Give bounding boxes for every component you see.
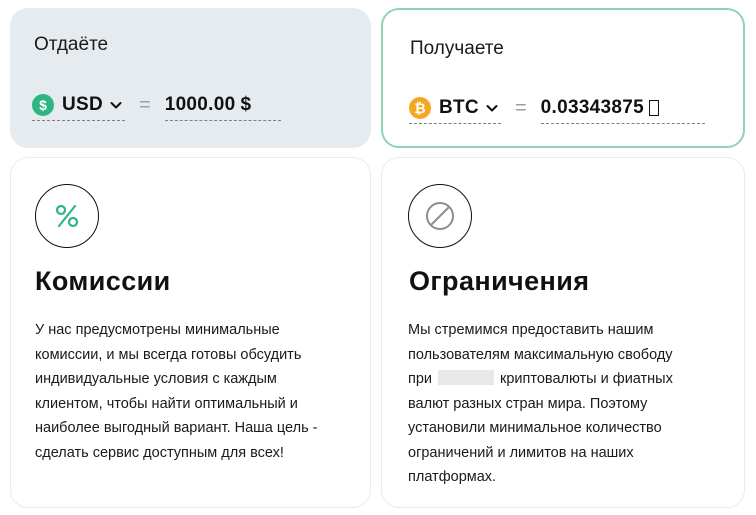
prohibited-glyph <box>426 202 454 230</box>
description-fragment: при <box>408 371 433 387</box>
chevron-down-icon <box>486 104 498 111</box>
give-row: $ USD = 1000.00 $ <box>32 89 281 121</box>
description-line: валют разных стран мира. Поэтому <box>408 395 648 412</box>
description-line: комиссии, и мы всегда готовы обсудить <box>35 346 302 363</box>
get-amount-value: 0.03343875 <box>540 96 645 118</box>
prohibited-icon <box>408 184 472 248</box>
feature-title: Ограничения <box>409 266 590 296</box>
description-line: клиентом, чтобы найти оптимальный и <box>35 395 298 412</box>
give-currency-select[interactable]: $ USD <box>32 89 126 121</box>
feature-title: Комиссии <box>35 266 171 296</box>
percent-icon <box>35 184 99 248</box>
get-panel: Получаете ₿ BTC = 0.03343875 <box>381 8 745 148</box>
equals-sign: = <box>139 93 151 116</box>
description-line: платформах. <box>408 469 497 485</box>
description-line: наиболее выгодный вариант. Наша цель - <box>35 420 318 436</box>
give-amount-input[interactable]: 1000.00 $ <box>164 89 281 121</box>
redacted-block <box>438 370 495 385</box>
give-panel: Отдаёте $ USD = 1000.00 $ <box>10 8 371 148</box>
description-line: сделать сервис доступным для всех! <box>35 444 284 461</box>
get-currency-code: BTC <box>439 96 479 118</box>
description-line: индивидуальные условия с каждым <box>35 371 277 387</box>
feature-card-restrictions: Ограничения Мы стремимся предоставить на… <box>381 157 745 508</box>
description-line: установили минимальное количество <box>408 420 662 436</box>
percent-glyph <box>55 204 79 228</box>
give-amount-value: 1000.00 <box>164 93 236 115</box>
feature-description: Мы стремимся предоставить нашим пользова… <box>408 318 673 490</box>
get-title: Получаете <box>410 38 504 59</box>
give-amount-symbol: $ <box>240 93 252 115</box>
get-amount-input[interactable]: 0.03343875 <box>540 92 705 124</box>
description-line: Мы стремимся предоставить нашим <box>408 322 654 338</box>
get-currency-select[interactable]: ₿ BTC <box>409 92 501 124</box>
description-line: ограничений и лимитов на наших <box>408 444 634 461</box>
missing-glyph-icon <box>649 99 660 116</box>
description-line: У нас предусмотрены минимальные <box>35 322 280 338</box>
give-currency-code: USD <box>62 93 104 115</box>
description-line-redacted: при криптовалюты и фиатных <box>408 367 673 392</box>
feature-description: У нас предусмотрены минимальные комиссии… <box>35 318 318 465</box>
bitcoin-coin-icon: ₿ <box>409 96 431 119</box>
chevron-down-icon <box>110 101 122 108</box>
give-title: Отдаёте <box>34 34 109 55</box>
feature-card-commissions: Комиссии У нас предусмотрены минимальные… <box>10 157 371 508</box>
get-row: ₿ BTC = 0.03343875 <box>409 92 705 124</box>
equals-sign: = <box>514 96 527 119</box>
description-fragment: криптовалюты и фиатных <box>500 371 673 387</box>
dollar-coin-icon: $ <box>32 93 54 116</box>
description-line: пользователям максимальную свободу <box>408 346 673 363</box>
